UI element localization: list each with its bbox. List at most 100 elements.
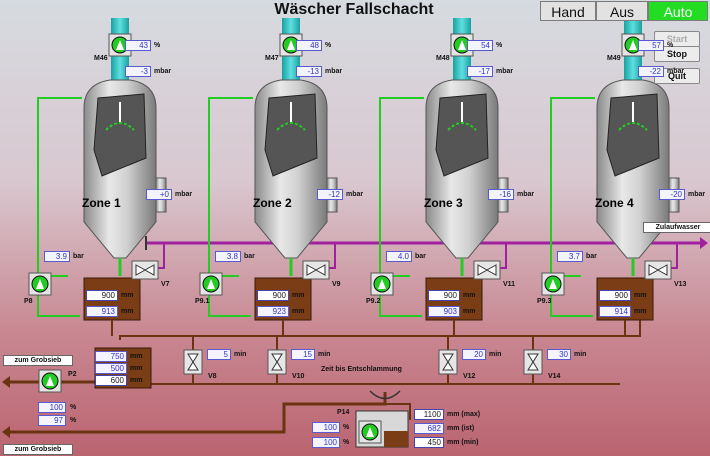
drain-valve-v8[interactable] <box>183 349 203 375</box>
line-pressure-3: 4.0 <box>386 251 412 262</box>
valve-v9[interactable] <box>302 260 330 280</box>
pump-p2-label: P2 <box>68 371 77 378</box>
process-diagram <box>2 18 708 448</box>
grobsieb-label-bottom: zum Grobsieb <box>3 444 73 455</box>
fan-pressure-unit-3: mbar <box>496 68 514 75</box>
left-tank-unit-2: mm <box>130 365 143 372</box>
drain-valve-label-4: V14 <box>548 373 561 380</box>
valve-v7[interactable] <box>131 260 159 280</box>
left-tank-level-1: 750 <box>95 351 127 362</box>
drain-time-1: 5 <box>207 349 231 360</box>
fan-pressure-unit-4: mbar <box>667 68 685 75</box>
line-pressure-2: 3.8 <box>215 251 241 262</box>
tank-top-4: 900 <box>599 290 631 301</box>
drain-valve-v10[interactable] <box>267 349 287 375</box>
title-bar: Wäscher Fallschacht Hand Aus Auto <box>0 0 710 22</box>
zone-label-4: Zone 4 <box>595 196 634 210</box>
drain-valve-v12[interactable] <box>438 349 458 375</box>
drain-valve-v14[interactable] <box>523 349 543 375</box>
drain-time-unit-2: min <box>318 351 331 358</box>
p14-pct-unit-1: % <box>343 424 350 431</box>
drain-time-unit-3: min <box>489 351 502 358</box>
drain-time-unit-1: min <box>234 351 247 358</box>
fan-pct-3: 54 <box>467 40 493 51</box>
zone-pressure-unit-2: mbar <box>346 191 364 198</box>
drain-time-unit-4: min <box>574 351 587 358</box>
drain-valve-label-3: V12 <box>463 373 476 380</box>
pump-label-2: P9.1 <box>195 298 210 305</box>
p2-pct-unit-1: % <box>70 404 77 411</box>
p14-ist-label: mm (ist) <box>447 425 475 432</box>
fan-pct-unit-1: % <box>154 42 161 49</box>
fan-pressure-3: -17 <box>467 66 493 77</box>
zone-pressure-1: +0 <box>146 189 172 200</box>
pump-p9-2[interactable] <box>370 272 394 296</box>
valve-v11[interactable] <box>473 260 501 280</box>
p14-level-ist: 682 <box>414 423 444 434</box>
fan-pct-unit-3: % <box>496 42 503 49</box>
fan-label-4: M49 <box>607 55 621 62</box>
fan-label-3: M48 <box>436 55 450 62</box>
p14-level-max: 1100 <box>414 409 444 420</box>
p14-min-label: mm (min) <box>447 439 479 446</box>
pump-label-4: P9.3 <box>537 298 552 305</box>
p14-pct-2: 100 <box>312 437 340 448</box>
zone-pressure-2: -12 <box>317 189 343 200</box>
tank-level-4: 914 <box>599 306 631 317</box>
fan-pressure-4: -22 <box>638 66 664 77</box>
tank-top-3: 900 <box>428 290 460 301</box>
left-tank-level-3: 600 <box>95 375 127 386</box>
pump-label-1: P8 <box>24 298 33 305</box>
tank-level-1: 913 <box>86 306 118 317</box>
zone-label-2: Zone 2 <box>253 196 292 210</box>
fan-pct-unit-4: % <box>667 42 674 49</box>
left-tank-unit-1: mm <box>130 353 143 360</box>
pump-p8[interactable] <box>28 272 52 296</box>
tank-level-3: 903 <box>428 306 460 317</box>
p14-level-min: 450 <box>414 437 444 448</box>
tank-top-unit-3: mm <box>463 292 476 299</box>
tank-top-unit-4: mm <box>634 292 647 299</box>
fan-pressure-unit-1: mbar <box>154 68 172 75</box>
mode-aus-button[interactable]: Aus <box>596 1 648 21</box>
pump-label-3: P9.2 <box>366 298 381 305</box>
fan-label-1: M46 <box>94 55 108 62</box>
tank-top-unit-2: mm <box>292 292 305 299</box>
zone-pressure-3: -16 <box>488 189 514 200</box>
pump-p14[interactable] <box>358 420 382 444</box>
p2-pct-1: 100 <box>38 402 66 413</box>
tank-top-unit-1: mm <box>121 292 134 299</box>
valve-v13[interactable] <box>644 260 672 280</box>
fan-pressure-2: -13 <box>296 66 322 77</box>
pump-p2[interactable] <box>38 369 62 393</box>
tank-level-unit-1: mm <box>121 308 134 315</box>
pump-p9-1[interactable] <box>199 272 223 296</box>
fan-pct-unit-2: % <box>325 42 332 49</box>
mode-hand-button[interactable]: Hand <box>540 1 596 21</box>
mode-auto-button[interactable]: Auto <box>648 1 708 21</box>
drain-valve-label-2: V10 <box>292 373 305 380</box>
tank-level-unit-3: mm <box>463 308 476 315</box>
grobsieb-label-top: zum Grobsieb <box>3 355 73 366</box>
valve-label-2: V9 <box>332 281 341 288</box>
tank-top-1: 900 <box>86 290 118 301</box>
p14-pct-unit-2: % <box>343 439 350 446</box>
zeit-label: Zeit bis Entschlammung <box>321 366 402 373</box>
tank-level-2: 923 <box>257 306 289 317</box>
zulaufwasser-label: Zulaufwasser <box>643 222 710 233</box>
drain-time-2: 15 <box>291 349 315 360</box>
line-pressure-1: 3.9 <box>44 251 70 262</box>
valve-label-1: V7 <box>161 281 170 288</box>
fan-pct-1: 43 <box>125 40 151 51</box>
valve-label-4: V13 <box>674 281 687 288</box>
zone-label-1: Zone 1 <box>82 196 121 210</box>
fan-pct-4: 57 <box>638 40 664 51</box>
pump-p14-label: P14 <box>337 409 350 416</box>
zone-pressure-unit-1: mbar <box>175 191 193 198</box>
line-pressure-4: 3.7 <box>557 251 583 262</box>
pump-p9-3[interactable] <box>541 272 565 296</box>
zone-label-3: Zone 3 <box>424 196 463 210</box>
tank-level-unit-4: mm <box>634 308 647 315</box>
p14-pct-1: 100 <box>312 422 340 433</box>
tank-top-2: 900 <box>257 290 289 301</box>
